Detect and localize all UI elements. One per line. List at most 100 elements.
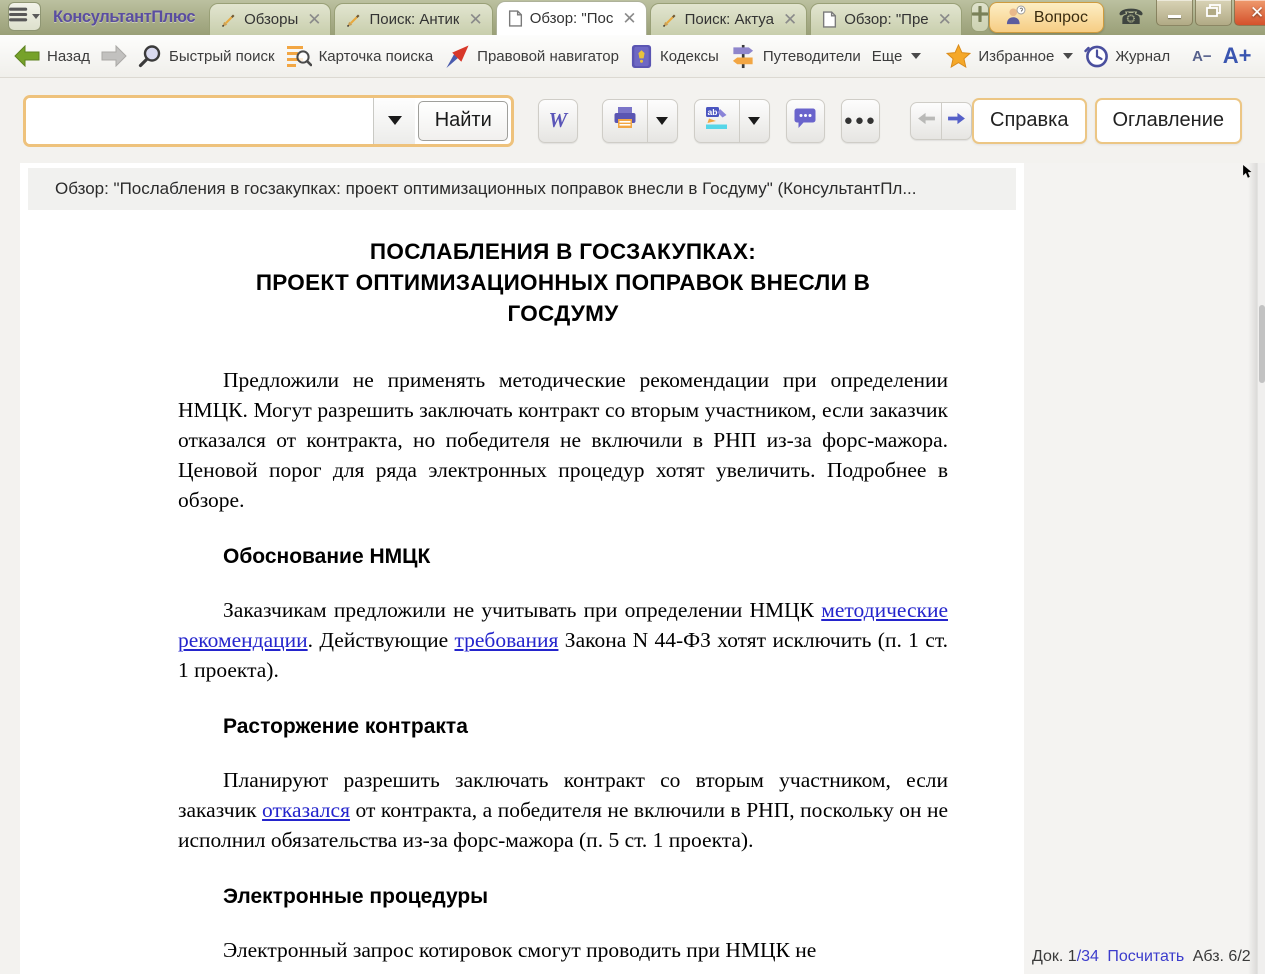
tab-label: Поиск: Актуа bbox=[685, 11, 774, 28]
tab-label: Обзор: "Пре bbox=[844, 11, 928, 28]
pen-icon bbox=[346, 12, 362, 28]
search-row: Найти W ab ●●● bbox=[0, 78, 1265, 163]
restore-button[interactable] bbox=[1195, 0, 1232, 26]
inline-link[interactable]: методические рекомендации bbox=[178, 598, 948, 652]
highlight-button[interactable]: ab bbox=[695, 100, 739, 142]
tab[interactable]: Обзоры✕ bbox=[209, 3, 331, 35]
tab-label: Поиск: Антик bbox=[369, 11, 459, 28]
vertical-scrollbar[interactable] bbox=[1257, 163, 1265, 974]
guides-label: Путеводители bbox=[763, 48, 861, 65]
journal-clock-icon bbox=[1084, 44, 1108, 68]
close-window-button[interactable]: ✕ bbox=[1234, 0, 1265, 26]
find-button[interactable]: Найти bbox=[418, 101, 508, 141]
window-controls: ✕ bbox=[1154, 0, 1265, 26]
comment-button[interactable] bbox=[786, 99, 825, 143]
search-card-button[interactable]: Карточка поиска bbox=[286, 44, 434, 68]
document-title: ПОСЛАБЛЕНИЯ В ГОСЗАКУПКАХ:ПРОЕКТ ОПТИМИЗ… bbox=[178, 236, 948, 329]
star-icon bbox=[946, 44, 971, 68]
tab-close-icon[interactable]: ✕ bbox=[620, 12, 636, 26]
inline-link[interactable]: отказался bbox=[262, 798, 350, 822]
more-label: Еще bbox=[872, 48, 903, 65]
doc-counter-total: /34 bbox=[1077, 948, 1099, 965]
quick-search-button[interactable]: Быстрый поиск bbox=[138, 44, 275, 68]
document-body: ПОСЛАБЛЕНИЯ В ГОСЗАКУПКАХ:ПРОЕКТ ОПТИМИЗ… bbox=[20, 210, 1024, 965]
nav-forward-icon bbox=[947, 111, 966, 131]
inline-link[interactable]: требования bbox=[454, 628, 558, 652]
side-panel: Док. 1/34 Посчитать Абз. 6/2 bbox=[1024, 163, 1265, 974]
toolbar: Назад Быстрый поиск Карточка поиска Прав… bbox=[0, 35, 1265, 78]
tab-close-icon[interactable]: ✕ bbox=[466, 13, 482, 27]
tab[interactable]: Поиск: Актуа ✕ bbox=[650, 3, 808, 35]
tab-close-icon[interactable]: ✕ bbox=[936, 13, 952, 27]
scrollbar-thumb[interactable] bbox=[1259, 305, 1265, 383]
restore-icon bbox=[1206, 4, 1221, 22]
pen-icon bbox=[221, 12, 237, 28]
ellipsis-icon: ●●● bbox=[844, 112, 877, 129]
journal-button[interactable]: Журнал bbox=[1084, 44, 1170, 68]
question-button[interactable]: Вопрос bbox=[989, 2, 1104, 33]
count-link[interactable]: Посчитать bbox=[1107, 948, 1184, 965]
dropdown-arrow-icon bbox=[388, 116, 402, 125]
comment-bubble-icon bbox=[793, 107, 817, 134]
app-logo: КонсультантПлюс bbox=[53, 8, 195, 27]
font-increase-button[interactable]: А+ bbox=[1223, 43, 1252, 69]
tab-active[interactable]: Обзор: "Пос✕ bbox=[496, 1, 647, 35]
back-button[interactable]: Назад bbox=[14, 45, 90, 67]
print-dropdown-button[interactable] bbox=[647, 100, 677, 142]
tab[interactable]: Обзор: "Пре ✕ bbox=[810, 3, 962, 35]
search-card-label: Карточка поиска bbox=[319, 48, 434, 65]
legal-navigator-icon bbox=[444, 44, 470, 69]
journal-label: Журнал bbox=[1115, 48, 1170, 65]
highlight-dropdown-button[interactable] bbox=[739, 100, 769, 142]
new-tab-button[interactable] bbox=[971, 2, 989, 32]
doc-forward-button[interactable] bbox=[941, 103, 971, 139]
panel-shadow bbox=[1248, 163, 1257, 974]
quick-search-icon bbox=[138, 44, 162, 68]
font-decrease-button[interactable]: А− bbox=[1192, 48, 1212, 65]
nav-back-icon bbox=[917, 111, 936, 131]
forward-button[interactable] bbox=[101, 45, 127, 67]
guides-button[interactable]: Путеводители bbox=[730, 44, 861, 69]
tab-close-icon[interactable]: ✕ bbox=[781, 13, 797, 27]
minimize-button[interactable] bbox=[1156, 0, 1193, 26]
tab-bar: КонсультантПлюс Обзоры✕Поиск: Антик✕Обзо… bbox=[0, 0, 1265, 35]
legal-navigator-button[interactable]: Правовой навигатор bbox=[444, 44, 619, 69]
document-header: Обзор: "Послабления в госзакупках: проек… bbox=[28, 168, 1016, 210]
tab-close-icon[interactable]: ✕ bbox=[305, 13, 321, 27]
dropdown-arrow-icon bbox=[656, 117, 668, 125]
doc-counter-label: Док. 1 bbox=[1032, 948, 1077, 965]
document-title-line: ПОСЛАБЛЕНИЯ В ГОСЗАКУПКАХ: bbox=[178, 236, 948, 267]
favorites-label: Избранное bbox=[978, 48, 1054, 65]
more-actions-button[interactable]: ●●● bbox=[841, 99, 880, 143]
codes-label: Кодексы bbox=[660, 48, 719, 65]
favorites-button[interactable]: Избранное bbox=[946, 44, 1073, 68]
question-button-label: Вопрос bbox=[1034, 9, 1088, 27]
legal-navigator-label: Правовой навигатор bbox=[477, 48, 619, 65]
search-dropdown-button[interactable] bbox=[373, 98, 415, 144]
doc-nav-group bbox=[910, 102, 972, 140]
plus-icon bbox=[972, 6, 988, 27]
word-icon: W bbox=[549, 108, 568, 133]
hamburger-menu-icon bbox=[9, 7, 29, 27]
back-arrow-icon bbox=[14, 45, 40, 67]
main-menu-button[interactable] bbox=[8, 2, 41, 31]
highlight-button-group: ab bbox=[694, 99, 770, 143]
search-card-icon bbox=[286, 44, 312, 68]
export-word-button[interactable]: W bbox=[538, 99, 577, 143]
phone-icon[interactable]: ☎ bbox=[1118, 5, 1144, 30]
search-input[interactable] bbox=[26, 98, 373, 144]
print-button[interactable] bbox=[603, 100, 647, 142]
document-icon bbox=[508, 10, 523, 27]
codes-button[interactable]: Кодексы bbox=[630, 44, 719, 69]
document-paragraph: Электронный запрос котировок смогут пров… bbox=[178, 935, 948, 965]
toc-button[interactable]: Оглавление bbox=[1095, 98, 1243, 144]
more-button[interactable]: Еще bbox=[872, 48, 922, 65]
doc-back-button[interactable] bbox=[911, 103, 941, 139]
help-button[interactable]: Справка bbox=[972, 98, 1086, 144]
pen-icon bbox=[662, 12, 678, 28]
codes-icon bbox=[630, 44, 653, 69]
document-title-line: ГОСДУМУ bbox=[178, 298, 948, 329]
tab[interactable]: Поиск: Антик ✕ bbox=[334, 3, 492, 35]
chevron-down-icon bbox=[1063, 53, 1073, 59]
document-page: Обзор: "Послабления в госзакупках: проек… bbox=[20, 163, 1024, 974]
